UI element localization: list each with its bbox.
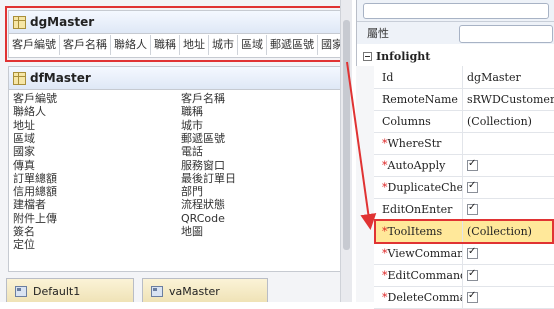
property-row[interactable]: *DuplicateCheck — [374, 176, 554, 199]
property-name-text: RemoteName — [382, 92, 458, 106]
checkbox-checked[interactable] — [467, 202, 478, 215]
designer-canvas: dgMaster 客戶編號 客戶名稱 聯絡人 職稱 地址 城市 區域 郵遞區號 國家 dfMas… — [0, 0, 352, 302]
dataform-header: dfMaster — [9, 67, 343, 90]
property-row[interactable]: *ViewCommandVis — [374, 242, 554, 265]
dataform-field-label[interactable]: 聯絡人 — [13, 105, 46, 118]
property-value-text: sRWDCustomers.Cu — [467, 92, 554, 106]
dataform-field-label[interactable]: 客戶名稱 — [181, 92, 225, 105]
property-row[interactable]: *WhereStr — [374, 132, 554, 155]
property-name: Id — [374, 71, 462, 84]
property-value[interactable] — [462, 286, 554, 308]
tab-default1[interactable]: Default1 — [6, 278, 134, 302]
property-value[interactable] — [462, 242, 554, 264]
vertical-scrollbar[interactable] — [340, 0, 352, 302]
dataform-field-label[interactable]: 部門 — [181, 185, 203, 198]
property-name-text: Id — [382, 70, 394, 84]
property-name: *EditCommandVisi — [374, 269, 462, 282]
dataform-field-label[interactable]: 職稱 — [181, 105, 203, 118]
scrollbar-thumb[interactable] — [343, 20, 350, 250]
datagrid-highlight-box — [5, 6, 347, 62]
collapse-icon[interactable] — [363, 51, 372, 61]
dataform-field-label[interactable]: 簽名 — [13, 225, 35, 238]
property-name: *WhereStr — [374, 137, 462, 150]
category-infolight[interactable]: Infolight — [357, 46, 554, 66]
dataform-field-label[interactable]: QRCode — [181, 212, 225, 225]
property-toolbar — [357, 0, 554, 22]
property-value[interactable]: (Collection) — [462, 110, 554, 132]
dataform-dfmaster[interactable]: dfMaster 客戶編號 聯絡人 地址 區域 國家 傳真 訂單總額 信用總額 建檔者 附件上傳簽… — [8, 66, 344, 272]
property-indent-strip — [356, 66, 374, 302]
property-row[interactable]: Columns (Collection) — [374, 110, 554, 133]
property-value[interactable] — [462, 132, 554, 154]
property-value[interactable] — [462, 176, 554, 198]
dataform-title: dfMaster — [30, 71, 91, 85]
dataform-field-label[interactable]: 郵遞區號 — [181, 132, 225, 145]
property-name-text: Columns — [382, 114, 431, 128]
property-name: *DuplicateCheck — [374, 181, 462, 194]
property-name-text: EditOnEnter — [382, 202, 453, 216]
property-name: *ViewCommandVis — [374, 247, 462, 260]
property-search-input[interactable] — [459, 25, 553, 43]
checkbox-checked[interactable] — [467, 246, 478, 259]
dataform-field-label[interactable]: 服務窗口 — [181, 159, 225, 172]
form-icon — [15, 285, 27, 297]
property-row[interactable]: Id dgMaster — [374, 66, 554, 89]
property-value[interactable]: sRWDCustomers.Cu — [462, 88, 554, 110]
dataform-field-label[interactable]: 地址 — [13, 119, 35, 132]
property-value[interactable] — [462, 198, 554, 220]
property-name-text: EditCommandVisi — [387, 268, 463, 282]
dataform-field-label[interactable]: 最後訂單日 — [181, 172, 236, 185]
property-row[interactable]: *AutoApply — [374, 154, 554, 177]
dataform-field-label[interactable]: 建檔者 — [13, 198, 46, 211]
dataform-field-label[interactable]: 傳真 — [13, 159, 35, 172]
tab-vamaster[interactable]: vaMaster — [142, 278, 268, 302]
property-value-text: dgMaster — [467, 70, 521, 84]
checkbox-checked[interactable] — [467, 180, 478, 193]
property-row[interactable]: *EditCommandVisi — [374, 264, 554, 287]
dataform-field-label[interactable]: 信用總額 — [13, 185, 57, 198]
dataform-field-label[interactable]: 附件上傳 — [13, 212, 57, 225]
dataform-field-label[interactable]: 國家 — [13, 145, 35, 158]
dataform-field-label[interactable]: 流程狀態 — [181, 198, 225, 211]
dataform-field-label[interactable]: 客戶編號 — [13, 92, 57, 105]
property-value-text: (Collection) — [467, 114, 532, 128]
dataform-field-label[interactable]: 地圖 — [181, 225, 203, 238]
checkbox-checked[interactable] — [467, 158, 478, 171]
property-value[interactable] — [462, 154, 554, 176]
property-name: *AutoApply — [374, 159, 462, 172]
property-title: 屬性 — [367, 27, 389, 40]
property-name: Columns — [374, 115, 462, 128]
category-label: Infolight — [376, 49, 431, 63]
property-value[interactable] — [462, 264, 554, 286]
dataform-field-label[interactable]: 電話 — [181, 145, 203, 158]
property-name: RemoteName — [374, 93, 462, 106]
property-name-text: ViewCommandVis — [387, 246, 463, 260]
object-selector[interactable] — [363, 3, 549, 19]
toolitems-highlight-box — [374, 219, 554, 244]
dataform-field-label[interactable]: 訂單總額 — [13, 172, 57, 185]
property-row[interactable]: *DeleteCommandV — [374, 286, 554, 309]
property-name-text: AutoApply — [387, 158, 446, 172]
tab-label: Default1 — [33, 284, 81, 298]
property-row[interactable]: RemoteName sRWDCustomers.Cu — [374, 88, 554, 111]
dataform-field-label[interactable]: 城市 — [181, 119, 203, 132]
property-name-text: WhereStr — [387, 136, 442, 150]
property-row[interactable]: EditOnEnter — [374, 198, 554, 221]
checkbox-checked[interactable] — [467, 268, 478, 281]
tab-label: vaMaster — [169, 284, 220, 298]
dataform-field-label[interactable]: 區域 — [13, 132, 35, 145]
dataform-field-label[interactable]: 定位 — [13, 238, 35, 251]
property-name: EditOnEnter — [374, 203, 462, 216]
dataform-icon — [13, 71, 26, 85]
form-icon — [151, 285, 163, 297]
checkbox-checked[interactable] — [467, 290, 478, 303]
property-value[interactable]: dgMaster — [462, 66, 554, 88]
property-header: 屬性 — [357, 22, 554, 44]
property-name-text: DuplicateCheck — [387, 180, 463, 194]
